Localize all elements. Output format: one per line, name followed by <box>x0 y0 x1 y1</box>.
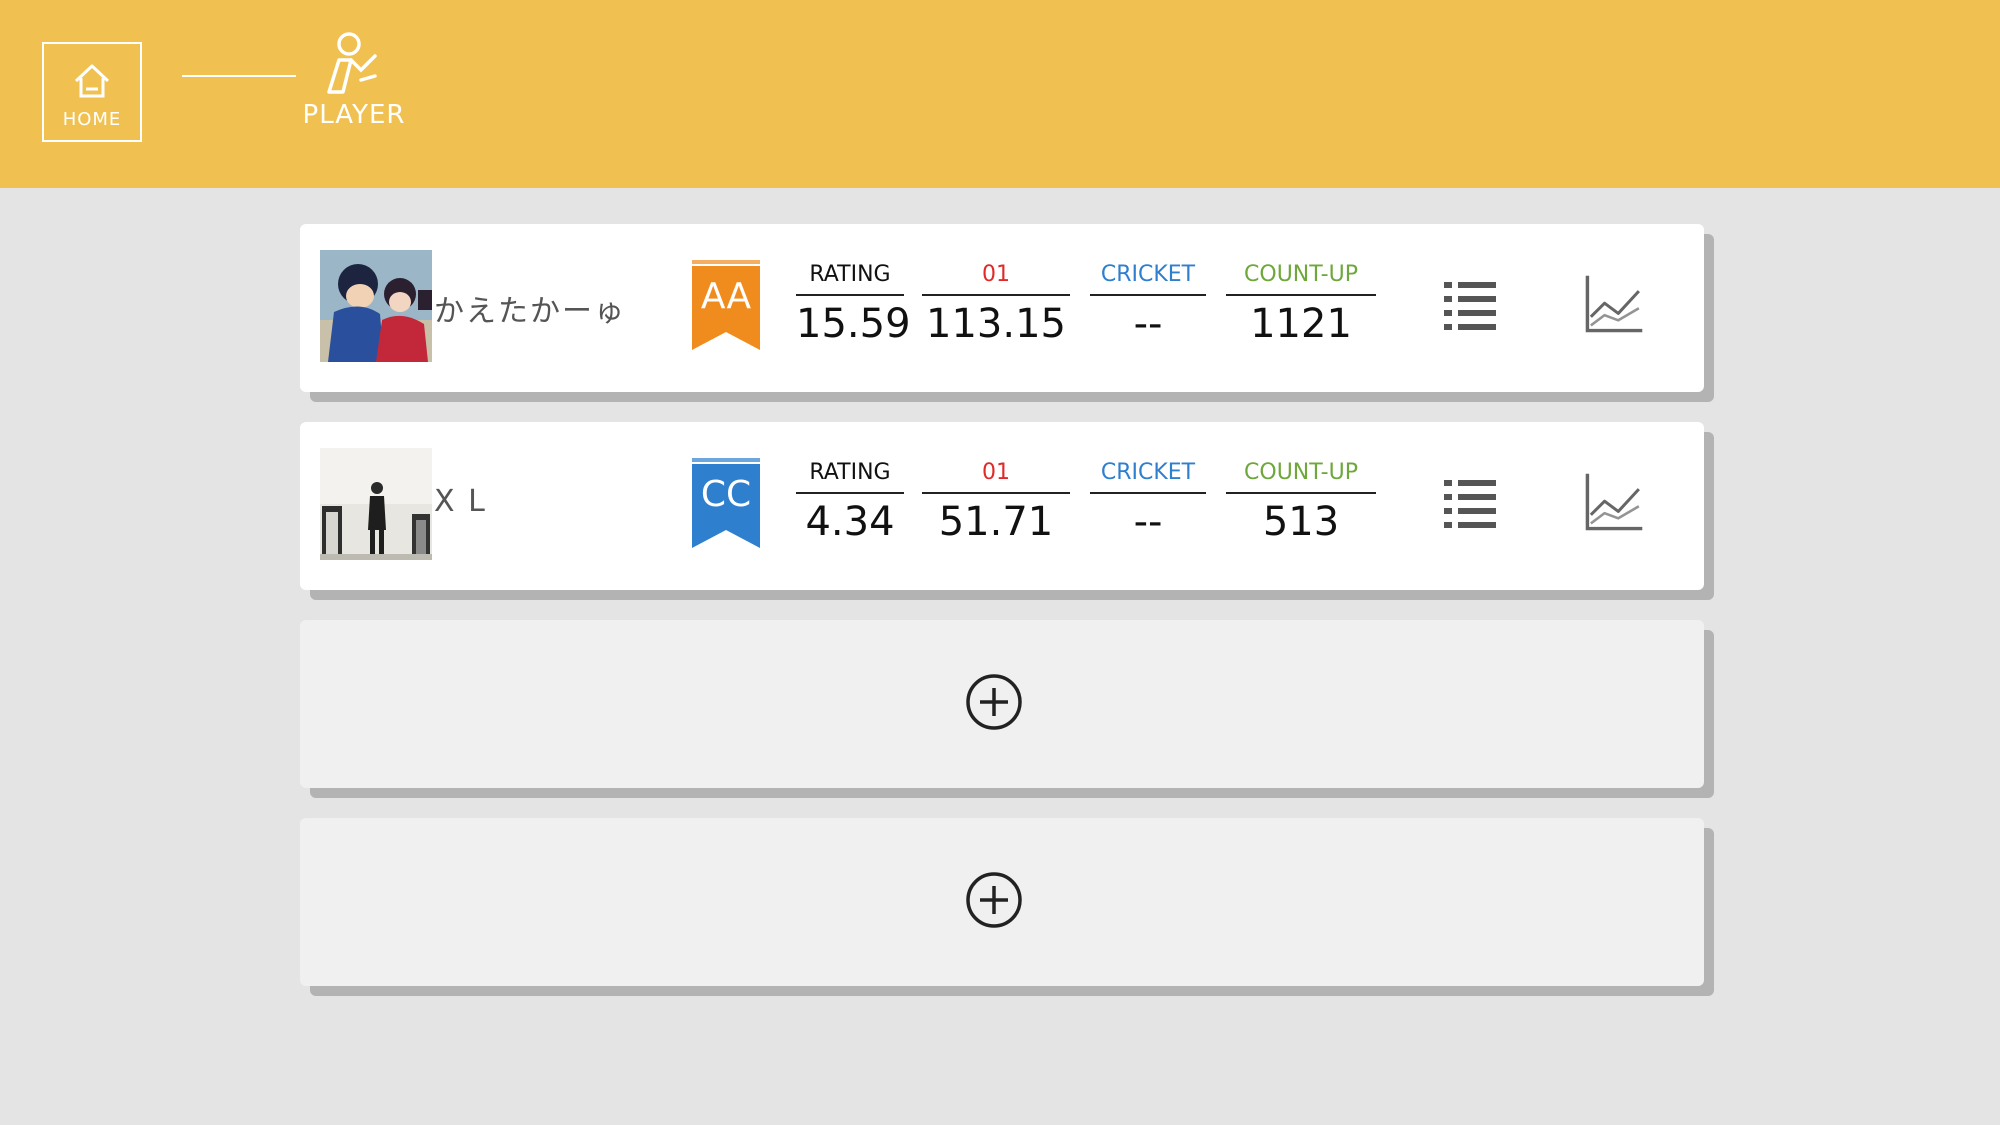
stats-chart-button[interactable] <box>1584 472 1644 532</box>
cricket-label: CRICKET <box>1090 458 1206 494</box>
breadcrumb-player: PLAYER <box>296 30 412 140</box>
cricket-value: -- <box>1133 301 1163 347</box>
rating-stat: RATING 15.59 <box>796 260 911 350</box>
add-player-slot[interactable] <box>300 620 1704 788</box>
top-bar: HOME PLAYER <box>0 0 2000 188</box>
countup-label: COUNT-UP <box>1226 260 1376 296</box>
home-button[interactable]: HOME <box>42 42 142 142</box>
rating-label: RATING <box>796 458 904 494</box>
list-icon <box>1444 480 1496 528</box>
zero-one-value: 113.15 <box>926 301 1066 347</box>
zero-one-label: 01 <box>922 260 1070 296</box>
countup-value: 1121 <box>1250 301 1352 347</box>
countup-label: COUNT-UP <box>1226 458 1376 494</box>
zero-one-stat: 01 51.71 <box>922 458 1070 548</box>
player-label: PLAYER <box>302 100 406 130</box>
stats-chart-button[interactable] <box>1584 274 1644 334</box>
home-label: HOME <box>62 108 122 130</box>
player-name: X L <box>434 484 487 519</box>
player-avatar <box>320 250 432 362</box>
player-name: かえたかーゅ <box>434 294 626 329</box>
add-circle-icon <box>964 672 1024 732</box>
cricket-label: CRICKET <box>1090 260 1206 296</box>
home-icon <box>74 64 110 97</box>
cricket-stat: CRICKET -- <box>1090 458 1206 548</box>
history-list-button[interactable] <box>1440 472 1500 532</box>
player-avatar <box>320 448 432 560</box>
rank-badge: AA <box>692 260 760 350</box>
rank-badge: CC <box>692 458 760 548</box>
cricket-stat: CRICKET -- <box>1090 260 1206 350</box>
rank-label: CC <box>700 474 752 515</box>
add-circle-icon <box>964 870 1024 930</box>
zero-one-value: 51.71 <box>938 499 1054 545</box>
zero-one-label: 01 <box>922 458 1070 494</box>
rating-label: RATING <box>796 260 904 296</box>
player-card[interactable]: X L CC RATING 4.34 01 51.71 CRICKET -- C… <box>300 422 1704 590</box>
rating-value: 15.59 <box>796 301 911 347</box>
rating-stat: RATING 4.34 <box>796 458 904 548</box>
countup-stat: COUNT-UP 1121 <box>1226 260 1376 350</box>
rating-value: 4.34 <box>805 499 895 545</box>
cricket-value: -- <box>1133 499 1163 545</box>
history-list-button[interactable] <box>1440 274 1500 334</box>
countup-stat: COUNT-UP 513 <box>1226 458 1376 548</box>
add-player-slot[interactable] <box>300 818 1704 986</box>
zero-one-stat: 01 113.15 <box>922 260 1070 350</box>
line-chart-icon <box>1585 275 1643 333</box>
line-chart-icon <box>1585 473 1643 531</box>
list-icon <box>1444 282 1496 330</box>
breadcrumb-connector <box>182 75 296 77</box>
player-card[interactable]: かえたかーゅ AA RATING 15.59 01 113.15 CRICKET… <box>300 224 1704 392</box>
player-icon <box>327 32 377 94</box>
rank-label: AA <box>700 276 752 317</box>
countup-value: 513 <box>1262 499 1340 545</box>
